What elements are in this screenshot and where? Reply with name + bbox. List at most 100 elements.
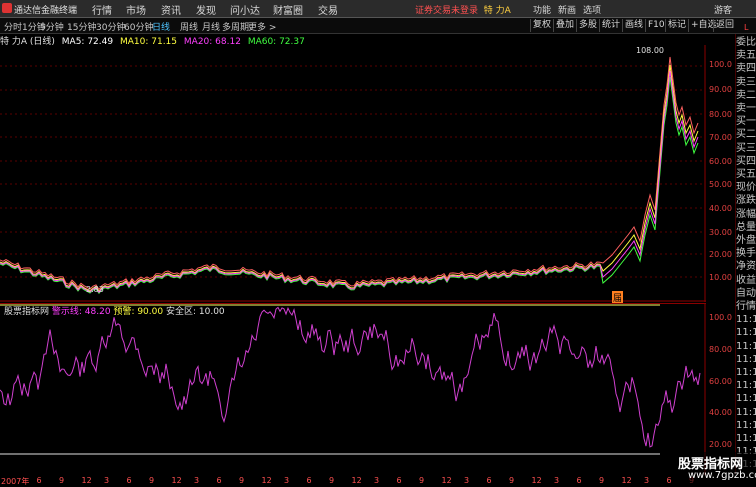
period-tab-0[interactable]: 分时 <box>4 20 22 33</box>
menu-item-ask[interactable]: 问小达 <box>230 2 260 17</box>
quote-field: 11:1 <box>736 353 756 365</box>
quote-panel: 委比 卖五 卖四 卖三 卖二 卖一 买一 买二 买三 买四 买五 现价 涨跌 涨幅 总量 外盘 换手 净资 收益 自动… <box>735 34 756 474</box>
quote-field: 买五 <box>736 169 756 180</box>
quote-field: 卖二 <box>736 89 756 101</box>
time-tick: 6 <box>666 476 672 485</box>
quote-field: 11:1 <box>736 327 756 339</box>
app-title: 通达信金融终端 <box>14 6 78 16</box>
period-tab-6[interactable]: 日线 <box>152 20 170 33</box>
login-status: 证券交易未登录 特 力A <box>415 6 511 16</box>
indicator-tick: 60.00 <box>709 377 732 386</box>
time-tick: 12 <box>441 476 452 485</box>
price-tick: 10.00 <box>709 273 732 282</box>
time-tick: 3 <box>554 476 560 485</box>
price-tick: 80.00 <box>709 110 732 119</box>
price-tick: 70.00 <box>709 133 732 142</box>
menu-options[interactable]: 选项 <box>583 3 601 16</box>
quote-field: 收益 <box>736 274 756 286</box>
quote-field: 买一 <box>736 116 756 128</box>
button-draw-line[interactable]: 画线 <box>622 19 645 32</box>
quote-field: 买二 <box>736 129 756 141</box>
menu-function[interactable]: 功能 <box>533 3 551 16</box>
period-tab-5[interactable]: 60分钟 <box>124 20 153 33</box>
price-tick: 60.00 <box>709 157 732 166</box>
price-tick: 30.00 <box>709 228 732 237</box>
time-tick: 12 <box>621 476 632 485</box>
high-price-label: 108.00 <box>636 46 664 55</box>
user-guest[interactable]: 游客 <box>714 3 732 16</box>
menu-item-market[interactable]: 市场 <box>126 2 146 17</box>
period-tab-9[interactable]: 多周期 <box>222 20 249 33</box>
button-f10[interactable]: F10 <box>645 19 667 32</box>
period-tab-4[interactable]: 30分钟 <box>96 20 125 33</box>
button-back[interactable]: 返回 <box>713 19 736 32</box>
time-tick: 12 <box>531 476 542 485</box>
time-tick: 3 <box>104 476 110 485</box>
menu-bar: 通达信金融终端 行情 市场 资讯 发现 问小达 财富圈 交易 证券交易未登录 特… <box>0 0 756 18</box>
price-tick: 100.0 <box>709 60 732 69</box>
time-tick: 6 <box>126 476 132 485</box>
time-tick: 6 <box>396 476 402 485</box>
menu-new-draw[interactable]: 新画 <box>558 3 576 16</box>
period-tab-7[interactable]: 周线 <box>180 20 198 33</box>
quote-field: 11:1 <box>736 380 756 392</box>
indicator-chart[interactable] <box>0 303 706 475</box>
quote-field: 涨跌 <box>736 195 756 207</box>
ma-legend: 特 力A (日线) MA5: 72.49 MA10: 71.15 MA20: 6… <box>0 34 309 47</box>
quote-field: 11:1 <box>736 419 756 431</box>
period-tab-3[interactable]: 15分钟 <box>67 20 96 33</box>
time-tick: 9 <box>509 476 515 485</box>
quote-field: 卖三 <box>736 76 756 88</box>
quote-field: 换手 <box>736 248 756 260</box>
menu-item-discover[interactable]: 发现 <box>196 2 216 17</box>
indicator-tick: 80.00 <box>709 345 732 354</box>
quote-field: 自动 <box>736 287 756 299</box>
quote-field: 现价 <box>736 182 756 194</box>
quote-field: 卖一 <box>736 103 756 114</box>
menu-item-news[interactable]: 资讯 <box>161 2 181 17</box>
indicator-tick: 40.00 <box>709 408 732 417</box>
quote-field: 委比 <box>736 37 756 48</box>
menu-item-quotes[interactable]: 行情 <box>92 2 112 17</box>
price-chart[interactable] <box>0 45 706 302</box>
time-tick: 3 <box>644 476 650 485</box>
time-tick: 12 <box>261 476 272 485</box>
time-tick: 9 <box>599 476 605 485</box>
quote-field: 卖五 <box>736 50 756 62</box>
button-multi-stock[interactable]: 多股 <box>576 19 599 32</box>
button-mark[interactable]: 标记 <box>665 19 688 32</box>
panel-tag: L <box>744 23 749 32</box>
period-tab-2[interactable]: 5分钟 <box>40 20 64 33</box>
time-tick: 2007年 <box>1 477 30 486</box>
price-tick: 20.00 <box>709 250 732 259</box>
quote-field: 11:1 <box>736 406 756 418</box>
time-tick: 9 <box>149 476 155 485</box>
time-tick: 6 <box>576 476 582 485</box>
time-axis: 2007年 6 9 12 3 6 9 12 3 6 9 12 3 6 9 12 3 6 9 12 3 6 9 12 3 6 9 12 3… <box>0 475 706 487</box>
time-tick: 12 <box>171 476 182 485</box>
quote-field: 行情 <box>736 301 756 312</box>
quote-field: 买四 <box>736 155 756 167</box>
button-adjust[interactable]: 复权 <box>530 19 553 32</box>
quote-field: 卖四 <box>736 63 756 75</box>
menu-item-trade[interactable]: 交易 <box>318 2 338 17</box>
period-tab-10[interactable]: 更多 > <box>248 20 276 33</box>
time-tick: 6 <box>486 476 492 485</box>
button-overlay[interactable]: 叠加 <box>553 19 576 32</box>
time-tick: 3 <box>284 476 290 485</box>
indicator-tick: 100.0 <box>709 313 732 322</box>
time-tick: 9 <box>59 476 65 485</box>
button-stats[interactable]: 统计 <box>599 19 622 32</box>
time-tick: 12 <box>351 476 362 485</box>
time-tick: 3 <box>194 476 200 485</box>
quote-field: 11:1 <box>736 367 756 378</box>
menu-item-wealth-circle[interactable]: 财富圈 <box>273 2 303 17</box>
time-tick: 6 <box>306 476 312 485</box>
price-tick: 40.00 <box>709 204 732 213</box>
time-tick: 6 <box>216 476 222 485</box>
quote-field: 11:1 <box>736 433 756 444</box>
time-tick: 6 <box>36 476 42 485</box>
period-tab-8[interactable]: 月线 <box>202 20 220 33</box>
quote-field: 外盘 <box>736 235 756 246</box>
quote-field: 11:1 <box>736 393 756 405</box>
